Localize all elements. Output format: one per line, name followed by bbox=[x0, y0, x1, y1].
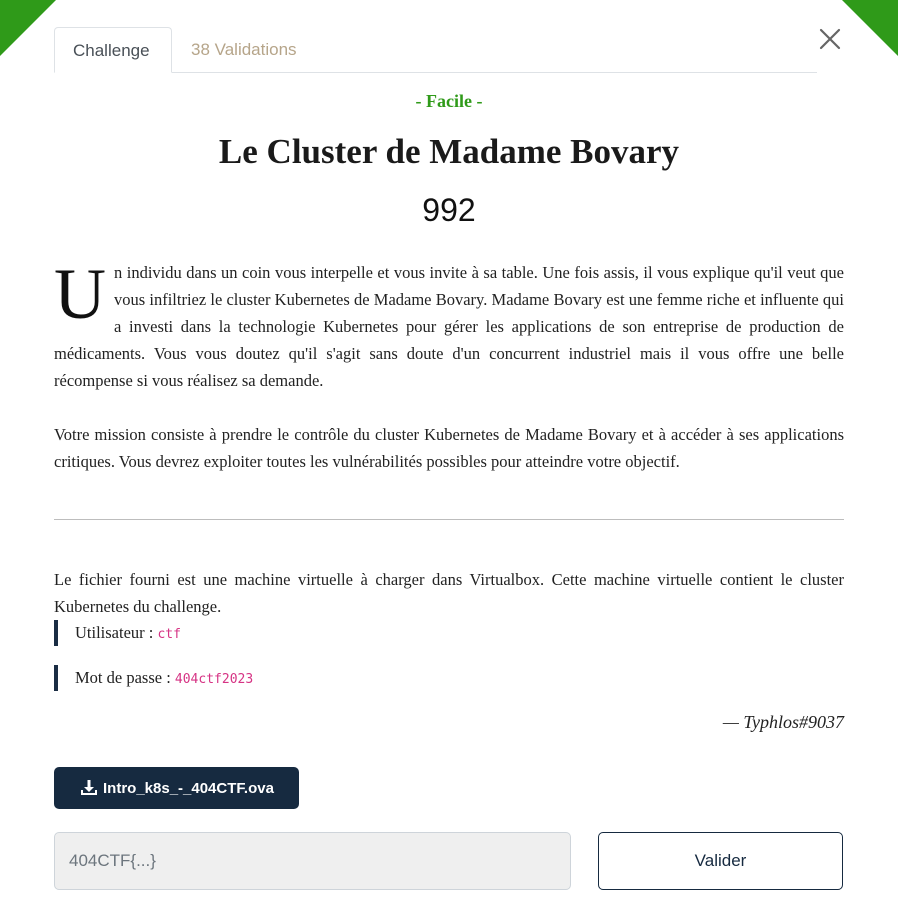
tab-validations[interactable]: 38 Validations bbox=[173, 27, 315, 72]
challenge-author: — Typhlos#9037 bbox=[722, 712, 844, 732]
flag-input[interactable] bbox=[54, 832, 571, 890]
password-label: Mot de passe : bbox=[75, 668, 175, 687]
close-icon bbox=[819, 28, 841, 50]
close-button[interactable] bbox=[814, 24, 846, 56]
challenge-intro: Un individu dans un coin vous interpelle… bbox=[54, 254, 844, 394]
modal-tabs: Challenge 38 Validations bbox=[54, 27, 817, 73]
drop-cap: U bbox=[54, 254, 106, 334]
corner-ribbon-left bbox=[0, 0, 56, 56]
user-value: ctf bbox=[157, 627, 181, 642]
file-note: Le fichier fourni est une machine virtue… bbox=[54, 570, 844, 616]
user-label: Utilisateur : bbox=[75, 623, 158, 642]
challenge-mission: Votre mission consiste à prendre le cont… bbox=[54, 425, 844, 471]
credential-password: Mot de passe : 404ctf2023 bbox=[54, 665, 754, 691]
challenge-points: 992 bbox=[422, 192, 476, 228]
corner-ribbon-right bbox=[842, 0, 898, 56]
download-label: Intro_k8s_-_404CTF.ova bbox=[103, 779, 274, 797]
tab-challenge[interactable]: Challenge bbox=[54, 27, 172, 73]
intro-text: n individu dans un coin vous interpelle … bbox=[54, 263, 844, 390]
download-button[interactable]: Intro_k8s_-_404CTF.ova bbox=[54, 767, 299, 809]
difficulty-label: - Facile - bbox=[415, 91, 483, 111]
submit-label: Valider bbox=[694, 851, 747, 870]
download-icon bbox=[81, 780, 97, 795]
section-divider bbox=[54, 519, 844, 520]
tab-challenge-label: Challenge bbox=[73, 41, 150, 60]
tab-validations-label: 38 Validations bbox=[191, 40, 297, 59]
submit-button[interactable]: Valider bbox=[598, 832, 843, 890]
password-value: 404ctf2023 bbox=[174, 672, 254, 687]
challenge-title: Le Cluster de Madame Bovary bbox=[218, 132, 680, 171]
credential-user: Utilisateur : ctf bbox=[54, 620, 754, 646]
